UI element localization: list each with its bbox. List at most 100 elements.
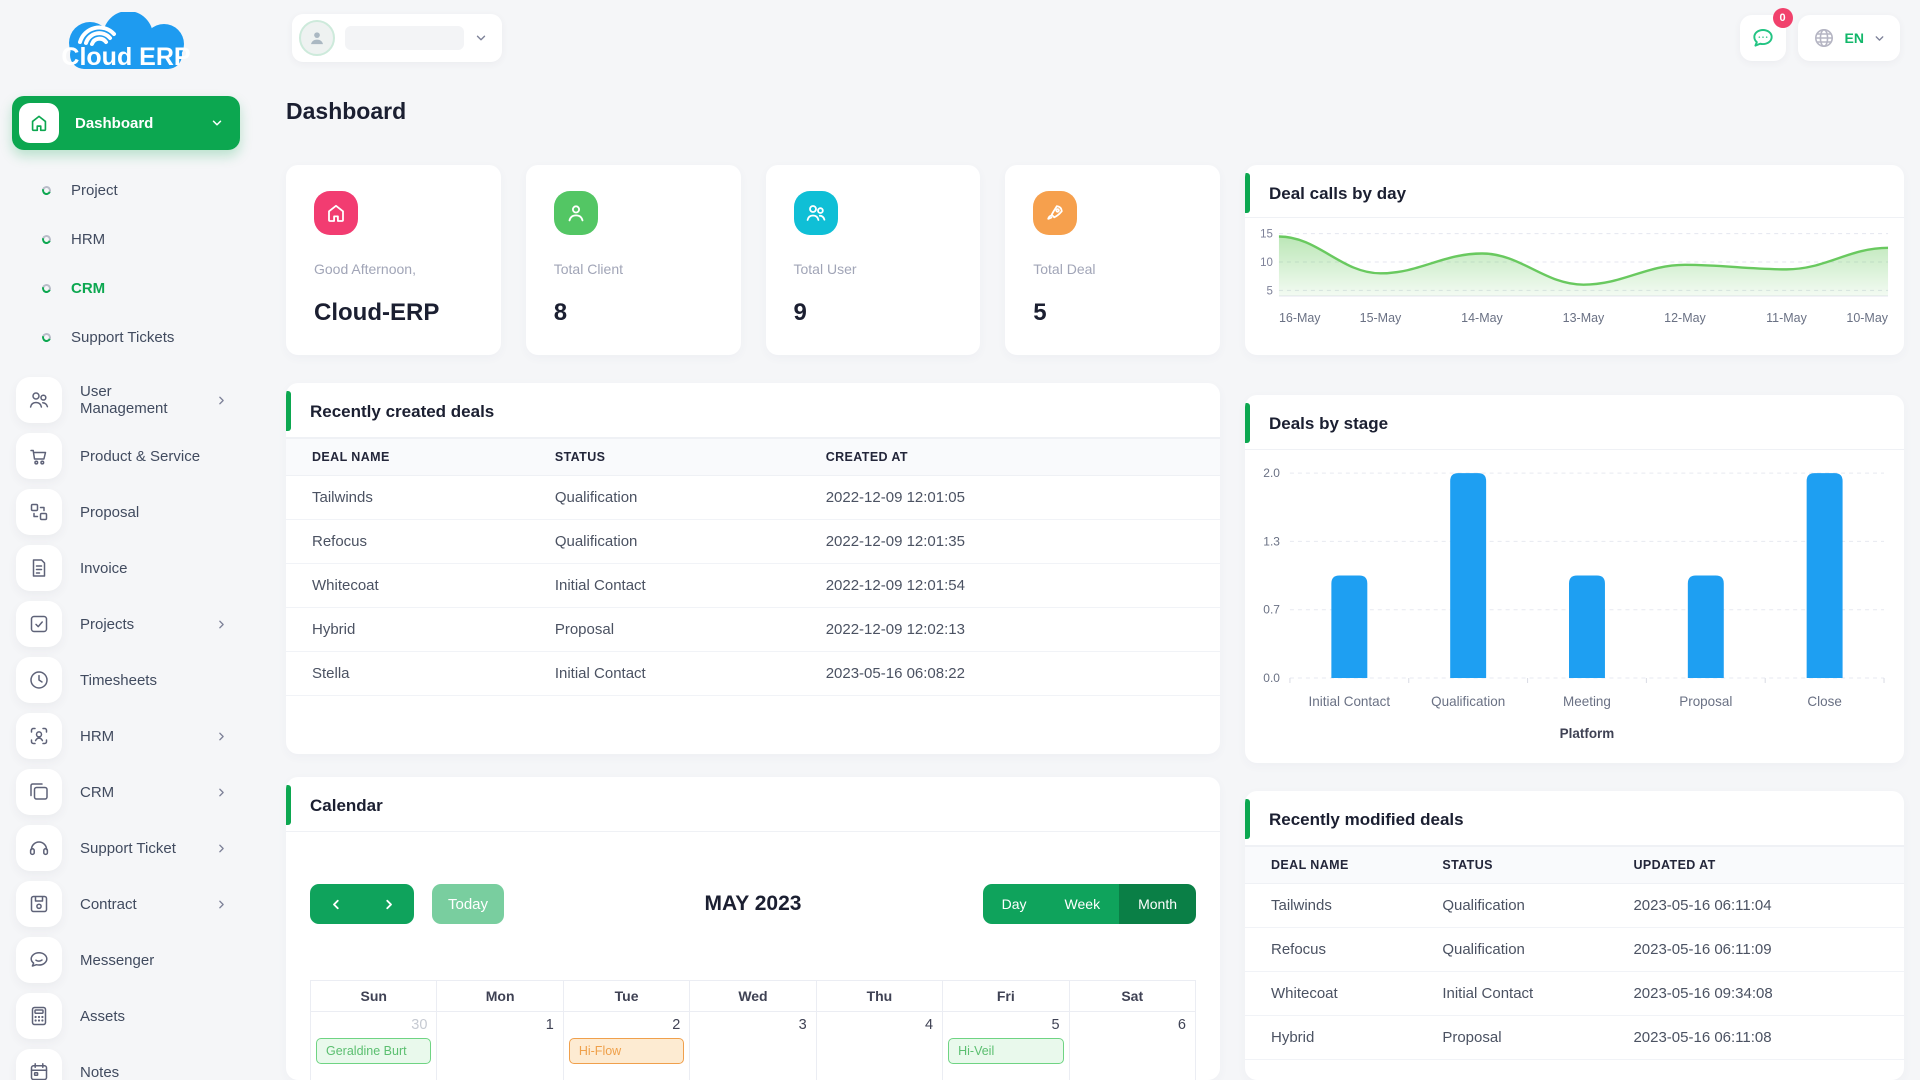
topbar: 0 EN (250, 0, 1920, 76)
sidebar-item-timesheets[interactable]: Timesheets (0, 652, 250, 708)
user-select-value (345, 26, 464, 50)
calendar-event[interactable]: Hi-Veil (948, 1038, 1063, 1064)
chat-button[interactable]: 0 (1740, 15, 1786, 61)
brand-name: Cloud ERP (61, 43, 190, 71)
sidebar-sub-item-project[interactable]: Project (0, 166, 250, 215)
clock-icon (16, 657, 62, 703)
users-icon (794, 191, 838, 235)
deals-by-stage-bar-chart: 0.00.71.32.0Initial ContactQualification… (1245, 450, 1904, 750)
calendar-day-cell[interactable]: 30Geraldine Burt (311, 1012, 437, 1080)
check-square-icon (16, 601, 62, 647)
weekday-header: Thu (817, 981, 943, 1011)
sidebar-item-messenger[interactable]: Messenger (0, 932, 250, 988)
calendar-view-switcher: DayWeekMonth (983, 884, 1196, 924)
sidebar-item-label: Notes (80, 1064, 228, 1080)
language-selector[interactable]: EN (1798, 15, 1900, 61)
svg-text:10-May: 10-May (1846, 311, 1888, 325)
recently-modified-deals-table: DEAL NAMESTATUSUPDATED ATTailwindsQualif… (1245, 846, 1904, 1060)
calendar-day-cell[interactable]: 5Hi-Veil (943, 1012, 1069, 1080)
sidebar-item-product-service[interactable]: Product & Service (0, 428, 250, 484)
chevron-down-icon (210, 116, 224, 130)
table-cell: Proposal (529, 608, 800, 652)
sidebar-item-invoice[interactable]: Invoice (0, 540, 250, 596)
user-select-dropdown[interactable] (292, 14, 502, 62)
table-cell: Qualification (1416, 928, 1607, 972)
table-row: RefocusQualification2022-12-09 12:01:35 (286, 520, 1220, 564)
table-cell: Tailwinds (286, 476, 529, 520)
sidebar: Cloud ERP Dashboard ProjectHRMCRMSupport… (0, 0, 250, 1080)
stat-value: 9 (794, 299, 953, 327)
sidebar-item-crm[interactable]: CRM (0, 764, 250, 820)
sidebar-item-label: Proposal (80, 504, 228, 521)
copy-card-icon (16, 769, 62, 815)
sidebar-item-notes[interactable]: Notes (0, 1044, 250, 1080)
view-button-day[interactable]: Day (983, 884, 1046, 924)
sidebar-item-hrm[interactable]: HRM (0, 708, 250, 764)
bullet-icon (41, 234, 53, 246)
table-cell: Initial Contact (529, 652, 800, 696)
sidebar-item-label: Contract (80, 896, 197, 913)
table-cell: Stella (286, 652, 529, 696)
calendar-day-cell[interactable]: 6 (1070, 1012, 1195, 1080)
stat-card-good-afternoon-: Good Afternoon, Cloud-ERP (286, 165, 501, 355)
headset-icon (16, 825, 62, 871)
svg-text:0.0: 0.0 (1263, 671, 1280, 685)
table-cell: 2022-12-09 12:01:35 (800, 520, 1220, 564)
day-number: 3 (690, 1014, 815, 1037)
calendar-event[interactable]: Hi-Flow (569, 1038, 684, 1064)
stat-value: Cloud-ERP (314, 299, 473, 327)
sidebar-item-assets[interactable]: Assets (0, 988, 250, 1044)
table-row: RefocusQualification2023-05-16 06:11:09 (1245, 928, 1904, 972)
calendar-day-cell[interactable]: 1 (437, 1012, 563, 1080)
view-button-week[interactable]: Week (1046, 884, 1120, 924)
sidebar-sub-item-hrm[interactable]: HRM (0, 215, 250, 264)
day-number: 1 (437, 1014, 562, 1037)
sidebar-item-label: Projects (80, 616, 197, 633)
sidebar-item-contract[interactable]: Contract (0, 876, 250, 932)
calendar-day-cell[interactable]: 4 (817, 1012, 943, 1080)
prev-month-button[interactable] (329, 897, 344, 912)
table-header: DEAL NAME (286, 439, 529, 476)
sidebar-sub-item-crm[interactable]: CRM (0, 264, 250, 313)
recently-modified-deals-card: Recently modified deals DEAL NAMESTATUSU… (1245, 791, 1904, 1080)
bullet-icon (41, 185, 53, 197)
table-row: HybridProposal2023-05-16 06:11:08 (1245, 1016, 1904, 1060)
table-cell: Proposal (1416, 1016, 1607, 1060)
sidebar-sub-item-support-tickets[interactable]: Support Tickets (0, 313, 250, 362)
user-scan-icon (16, 713, 62, 759)
calendar-event[interactable]: Geraldine Burt (316, 1038, 431, 1064)
chevron-right-icon (215, 898, 228, 911)
weekday-header: Mon (437, 981, 563, 1011)
svg-text:1.3: 1.3 (1263, 534, 1280, 548)
stat-label: Good Afternoon, (314, 261, 473, 277)
svg-text:0.7: 0.7 (1263, 603, 1280, 617)
day-number: 5 (943, 1014, 1068, 1037)
svg-text:Platform: Platform (1560, 726, 1615, 741)
sidebar-item-label: Assets (80, 1008, 228, 1025)
sidebar-item-user-management[interactable]: User Management (0, 372, 250, 428)
table-cell: Whitecoat (1245, 972, 1416, 1016)
cloud-erp-logo: Cloud ERP (40, 12, 210, 78)
sidebar-item-dashboard[interactable]: Dashboard (12, 96, 240, 150)
view-button-month[interactable]: Month (1119, 884, 1196, 924)
section-title: Recently modified deals (1269, 810, 1464, 829)
table-cell: 2022-12-09 12:01:05 (800, 476, 1220, 520)
svg-text:13-May: 13-May (1563, 311, 1605, 325)
sidebar-item-proposal[interactable]: Proposal (0, 484, 250, 540)
svg-text:14-May: 14-May (1461, 311, 1503, 325)
stat-label: Total Deal (1033, 261, 1192, 277)
sidebar-item-projects[interactable]: Projects (0, 596, 250, 652)
calendar-day-cell[interactable]: 2Hi-Flow (564, 1012, 690, 1080)
recently-created-deals-card: Recently created deals DEAL NAMESTATUSCR… (286, 383, 1220, 754)
calendar-grid: SunMonTueWedThuFriSat 30Geraldine Burt12… (310, 980, 1196, 1080)
chevron-right-icon (215, 786, 228, 799)
svg-text:10: 10 (1260, 257, 1273, 269)
section-title: Deal calls by day (1269, 184, 1406, 203)
sidebar-item-support-ticket[interactable]: Support Ticket (0, 820, 250, 876)
calendar-day-cell[interactable]: 3 (690, 1012, 816, 1080)
today-button[interactable]: Today (432, 884, 504, 924)
chevron-right-icon (215, 842, 228, 855)
next-month-button[interactable] (381, 897, 396, 912)
chat-bubble-icon (1750, 25, 1776, 51)
table-header: STATUS (529, 439, 800, 476)
